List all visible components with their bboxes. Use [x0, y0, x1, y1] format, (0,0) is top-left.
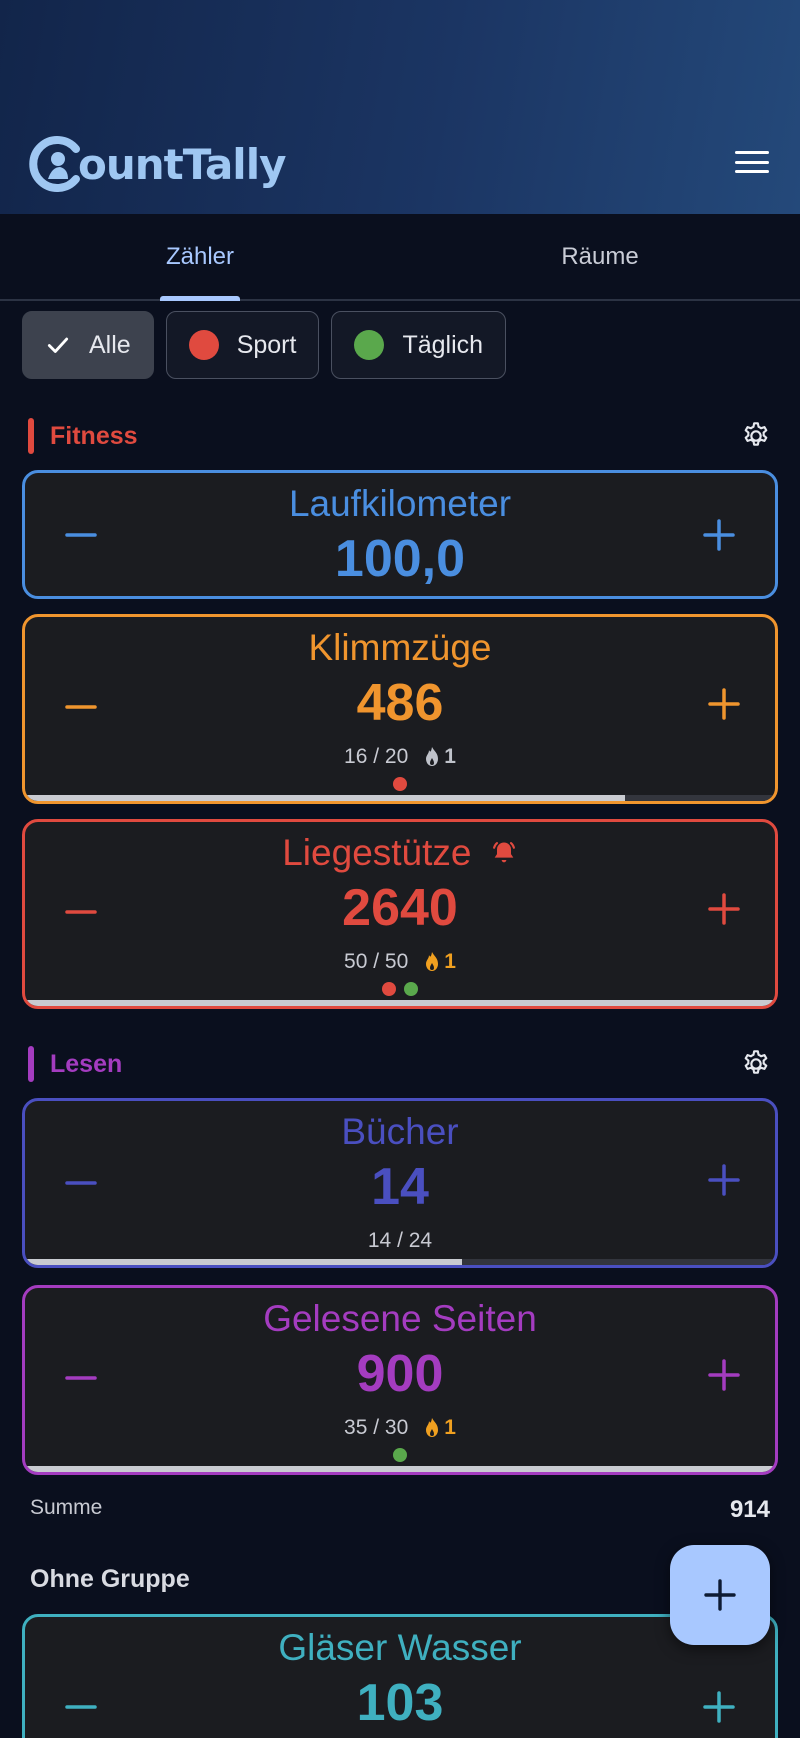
- sum-value: 914: [729, 1496, 770, 1523]
- progress-bar: [25, 1466, 775, 1472]
- filter-chip-taeglich[interactable]: Täglich: [331, 311, 507, 379]
- check-icon: [47, 337, 69, 353]
- counter-meta: 50 / 50 1: [25, 950, 775, 974]
- plus-icon: [708, 893, 740, 925]
- counter-meta: 35 / 30 1: [25, 1416, 775, 1440]
- filter-chip-label: Täglich: [402, 330, 484, 359]
- counter-value: 2640: [342, 879, 458, 937]
- filter-chip-label: Alle: [89, 330, 131, 359]
- counter-meta: 16 / 20 1: [25, 745, 775, 769]
- filter-chip-label: Sport: [236, 330, 297, 359]
- tab-bar: Zähler Räume: [0, 214, 800, 301]
- progress-fill: [25, 1259, 463, 1265]
- tab-active-indicator: [160, 296, 240, 301]
- counter-title: Bücher: [341, 1111, 459, 1152]
- progress-bar: [25, 1259, 775, 1265]
- progress-fill: [25, 795, 625, 801]
- tag-dot: [382, 982, 396, 996]
- counter-card[interactable]: Liegestütze 2640 50 / 50 1: [22, 819, 778, 1009]
- group-sum-row: Summe 914: [30, 1496, 770, 1524]
- gear-icon[interactable]: [740, 1048, 772, 1080]
- tag-dot: [393, 777, 407, 791]
- counter-value: 900: [356, 1345, 444, 1403]
- progress-fill: [25, 1466, 775, 1472]
- group-header-fitness: Fitness: [28, 418, 772, 454]
- tab-raeume[interactable]: Räume: [400, 214, 800, 299]
- plus-icon: [708, 1359, 740, 1391]
- tag-color-dot: [354, 330, 385, 360]
- goal-progress-text: 35 / 30: [344, 1416, 409, 1439]
- streak-count: 1: [444, 950, 456, 973]
- counter-title-row: Liegestütze: [25, 832, 775, 874]
- goal-progress-text: 50 / 50: [344, 950, 409, 973]
- counter-title: Klimmzüge: [308, 627, 492, 668]
- plus-icon: [703, 1691, 735, 1723]
- group-color-bar: [28, 418, 34, 454]
- streak: 1: [422, 745, 456, 769]
- counter-card[interactable]: Gelesene Seiten 900 35 / 30 1: [22, 1285, 778, 1475]
- increment-button[interactable]: [694, 1345, 754, 1405]
- app-header: ountTally: [0, 0, 800, 214]
- counter-value: 100,0: [334, 530, 466, 588]
- plus-icon: [704, 1579, 736, 1611]
- counter-title: Gelesene Seiten: [263, 1298, 537, 1339]
- group-name-ungrouped: Ohne Gruppe: [30, 1565, 190, 1593]
- counter-meta: 14 / 24: [25, 1229, 775, 1253]
- tag-dot: [393, 1448, 407, 1462]
- tag-dots: [25, 982, 775, 996]
- counter-value: 486: [356, 674, 444, 732]
- increment-button[interactable]: [694, 879, 754, 939]
- counter-card[interactable]: Bücher 14 14 / 24: [22, 1098, 778, 1268]
- tab-zaehler[interactable]: Zähler: [0, 214, 400, 301]
- flame-icon: [426, 1418, 439, 1437]
- streak: 1: [422, 1416, 456, 1440]
- increment-button[interactable]: [689, 505, 749, 565]
- tab-label: Zähler: [165, 242, 235, 270]
- increment-button[interactable]: [694, 674, 754, 734]
- tag-dot: [404, 982, 418, 996]
- group-header-lesen: Lesen: [28, 1046, 772, 1082]
- tag-dots: [25, 1448, 775, 1462]
- sum-label: Summe: [30, 1496, 103, 1519]
- goal-progress-text: 16 / 20: [344, 745, 409, 768]
- tab-label: Räume: [561, 242, 639, 270]
- filter-chip-sport[interactable]: Sport: [165, 311, 320, 379]
- progress-fill: [25, 1000, 775, 1006]
- hamburger-menu-icon[interactable]: [732, 146, 772, 178]
- group-name: Lesen: [50, 1049, 123, 1078]
- increment-button[interactable]: [694, 1150, 754, 1210]
- tag-dots: [25, 777, 775, 791]
- streak-count: 1: [444, 745, 456, 768]
- tag-color-dot: [188, 330, 219, 360]
- counter-card[interactable]: Gläser Wasser 103: [22, 1614, 778, 1738]
- flame-icon: [426, 952, 439, 971]
- gear-icon[interactable]: [740, 420, 772, 452]
- group-color-bar: [28, 1046, 34, 1082]
- plus-icon: [708, 1164, 740, 1196]
- add-counter-fab[interactable]: [670, 1545, 770, 1645]
- plus-icon: [703, 519, 735, 551]
- counter-value: 14: [371, 1158, 429, 1216]
- progress-bar: [25, 1000, 775, 1006]
- plus-icon: [708, 688, 740, 720]
- app-logo: ountTally: [28, 134, 286, 194]
- counter-title: Gläser Wasser: [278, 1627, 522, 1668]
- counter-card[interactable]: Laufkilometer 100,0: [22, 470, 778, 599]
- goal-progress-text: 14 / 24: [367, 1229, 433, 1252]
- progress-bar: [25, 795, 775, 801]
- filter-chips: Alle Sport Täglich: [22, 311, 507, 379]
- streak: 1: [422, 950, 456, 974]
- alarm-bell-icon: [492, 842, 515, 863]
- group-name: Fitness: [50, 421, 138, 450]
- counter-card[interactable]: Klimmzüge 486 16 / 20 1: [22, 614, 778, 804]
- flame-icon: [426, 747, 439, 766]
- counter-title: Liegestütze: [282, 832, 472, 873]
- increment-button[interactable]: [689, 1677, 749, 1737]
- app-logo-text: ountTally: [78, 139, 286, 189]
- filter-chip-alle[interactable]: Alle: [22, 311, 154, 379]
- streak-count: 1: [444, 1416, 456, 1439]
- counter-value: 103: [356, 1674, 444, 1732]
- counter-title: Laufkilometer: [288, 483, 512, 524]
